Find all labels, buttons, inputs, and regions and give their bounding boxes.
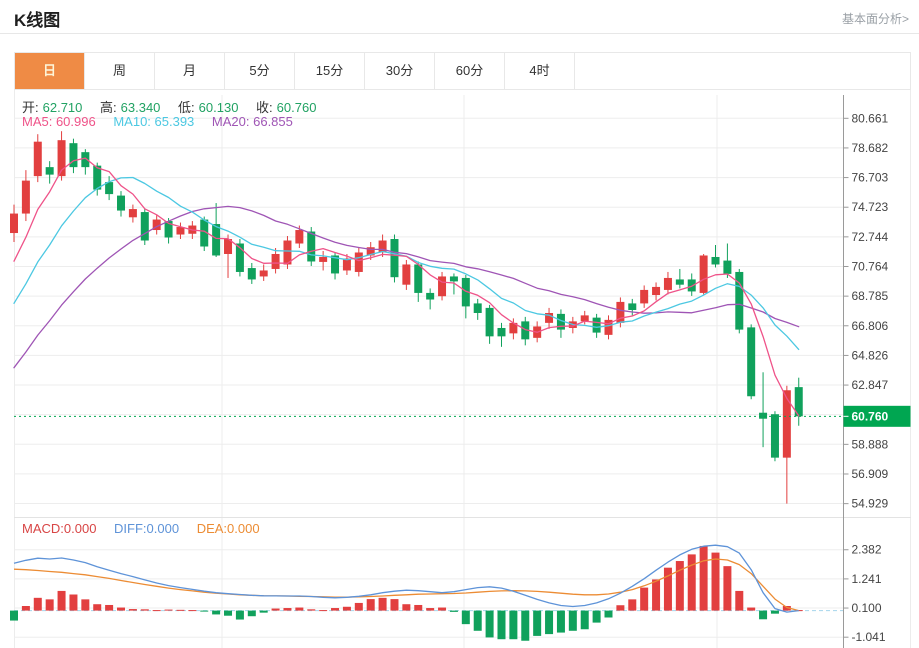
ma10-value: MA10: 65.393 bbox=[113, 114, 194, 129]
macd-value: MACD:0.000 bbox=[22, 521, 96, 536]
ma20-value: MA20: 66.855 bbox=[212, 114, 293, 129]
grid bbox=[14, 95, 911, 648]
macd-row: MACD:0.000 DIFF:0.000 DEA:0.000 bbox=[22, 521, 264, 536]
svg-text:2.382: 2.382 bbox=[852, 543, 882, 557]
high-value: 63.340 bbox=[121, 100, 161, 115]
close-value: 60.760 bbox=[277, 100, 317, 115]
open-label: 开: bbox=[22, 100, 39, 115]
close-label: 收: bbox=[256, 100, 273, 115]
macd-bars bbox=[10, 546, 803, 641]
svg-text:80.661: 80.661 bbox=[852, 111, 889, 125]
low-value: 60.130 bbox=[199, 100, 239, 115]
diff-value: DIFF:0.000 bbox=[114, 521, 179, 536]
svg-text:60.760: 60.760 bbox=[852, 409, 889, 423]
svg-text:66.806: 66.806 bbox=[852, 319, 889, 333]
tab-周[interactable]: 周 bbox=[85, 53, 155, 89]
svg-text:1.241: 1.241 bbox=[852, 572, 882, 586]
period-tab-bar: 日周月5分15分30分60分4时 bbox=[14, 52, 911, 90]
svg-text:74.723: 74.723 bbox=[852, 200, 889, 214]
svg-text:70.764: 70.764 bbox=[852, 260, 889, 274]
current-price-tag: 60.760 bbox=[844, 406, 911, 427]
svg-text:64.826: 64.826 bbox=[852, 348, 889, 362]
tab-60分[interactable]: 60分 bbox=[435, 53, 505, 89]
ma5-value: MA5: 60.996 bbox=[22, 114, 96, 129]
svg-text:0.100: 0.100 bbox=[852, 601, 882, 615]
svg-text:78.682: 78.682 bbox=[852, 141, 889, 155]
svg-text:72.744: 72.744 bbox=[852, 230, 889, 244]
svg-text:54.929: 54.929 bbox=[852, 497, 889, 511]
tab-月[interactable]: 月 bbox=[155, 53, 225, 89]
svg-text:56.909: 56.909 bbox=[852, 467, 889, 481]
svg-text:76.703: 76.703 bbox=[852, 171, 889, 185]
tab-5分[interactable]: 5分 bbox=[225, 53, 295, 89]
price-axis: 80.661 78.682 76.703 74.723 72.744 70.764 68.7… bbox=[844, 95, 889, 648]
svg-text:68.785: 68.785 bbox=[852, 289, 889, 303]
open-value: 62.710 bbox=[43, 100, 83, 115]
tab-30分[interactable]: 30分 bbox=[365, 53, 435, 89]
tab-15分[interactable]: 15分 bbox=[295, 53, 365, 89]
svg-text:58.888: 58.888 bbox=[852, 437, 889, 451]
ma-row: MA5: 60.996 MA10: 65.393 MA20: 66.855 bbox=[22, 114, 297, 129]
candles bbox=[10, 131, 803, 503]
tab-4时[interactable]: 4时 bbox=[505, 53, 575, 89]
svg-text:-1.041: -1.041 bbox=[852, 630, 886, 644]
high-label: 高: bbox=[100, 100, 117, 115]
svg-text:62.847: 62.847 bbox=[852, 378, 889, 392]
dea-value: DEA:0.000 bbox=[197, 521, 260, 536]
tab-日[interactable]: 日 bbox=[15, 53, 85, 89]
low-label: 低: bbox=[178, 100, 195, 115]
